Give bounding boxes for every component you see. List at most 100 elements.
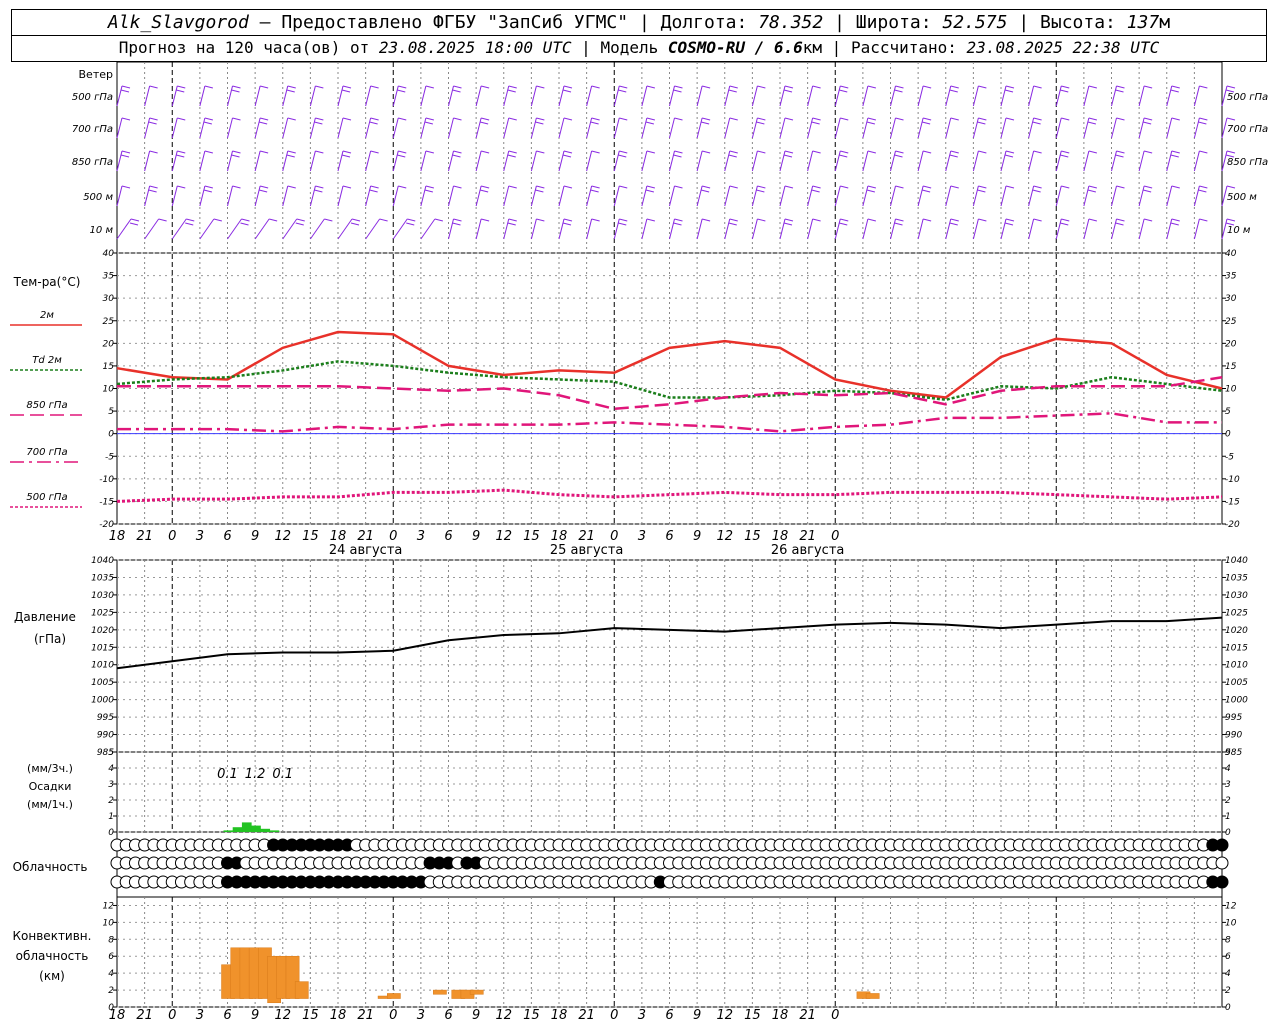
wind-barb — [834, 117, 841, 139]
convective-tick-label: 4 — [108, 969, 114, 979]
wind-barb-feather — [269, 218, 278, 222]
wind-barb — [1083, 150, 1090, 172]
wind-barb-feather — [452, 154, 461, 158]
wind-barb — [282, 218, 298, 240]
x-tick-label: 18 — [330, 1008, 347, 1023]
wind-barb-feather — [1226, 185, 1236, 189]
wind-barb-feather — [1005, 117, 1015, 121]
pressure-tick-label: 1010 — [91, 661, 114, 671]
wind-barb — [613, 185, 620, 207]
wind-barb — [1055, 117, 1062, 139]
wind-barb-feather — [481, 117, 490, 121]
precip-tick-label: 0 — [1225, 828, 1231, 838]
wind-barb — [641, 218, 648, 240]
wind-barb-feather — [590, 121, 599, 125]
wind-barb-feather — [480, 189, 489, 193]
wind-barb — [696, 85, 703, 107]
wind-barb-feather — [646, 218, 655, 222]
wind-barb-feather — [784, 85, 794, 89]
wind-barb-feather — [379, 218, 388, 222]
wind-barb-feather — [619, 150, 628, 154]
x-tick-label: 6 — [665, 1008, 673, 1023]
wind-barb — [751, 185, 758, 207]
wind-barb-feather — [812, 150, 821, 154]
x-tick-label: 21 — [136, 1008, 153, 1023]
wind-level-label: 500 гПа — [1227, 92, 1268, 103]
wind-barb-feather — [729, 185, 738, 189]
wind-barb — [586, 150, 593, 172]
wind-barb-feather — [646, 117, 655, 121]
wind-barb — [116, 218, 132, 240]
x-tick-label: 18 — [772, 1008, 789, 1023]
wind-barb-feather — [1033, 185, 1042, 189]
precip-bar — [223, 830, 234, 832]
wind-barb-feather — [287, 117, 296, 121]
wind-level-label: 10 м — [1227, 225, 1251, 236]
wind-barb-feather — [424, 189, 433, 193]
wind-barb — [641, 85, 648, 107]
wind-barb — [337, 185, 344, 207]
wind-barb — [227, 117, 233, 139]
wind-barb — [917, 185, 924, 207]
wind-barb-feather — [287, 185, 296, 189]
wind-barb — [724, 218, 731, 240]
wind-barb-feather — [121, 117, 131, 121]
wind-barb-feather — [1116, 185, 1125, 189]
precip-tick-label: 3 — [108, 780, 114, 790]
wind-barb-feather — [950, 185, 959, 189]
wind-barb-feather — [757, 218, 766, 222]
wind-barb-feather — [425, 85, 434, 89]
wind-barb-feather — [1088, 150, 1097, 154]
wind-barb — [365, 218, 381, 240]
wind-barb-feather — [783, 222, 793, 226]
wind-barb-feather — [1115, 89, 1124, 93]
wind-barb-feather — [177, 85, 186, 89]
wind-barb — [1055, 85, 1062, 107]
wind-barb-feather — [949, 154, 958, 158]
wind-barb — [669, 85, 675, 107]
wind-barb-feather — [1116, 85, 1125, 89]
wind-barb — [1083, 117, 1090, 139]
wind-barb — [365, 117, 372, 139]
wind-barb-feather — [895, 117, 904, 121]
wind-barb-feather — [673, 154, 682, 158]
wind-barb — [116, 185, 123, 207]
wind-barb — [227, 150, 233, 172]
pressure-tick-label: 1025 — [1225, 608, 1248, 618]
wind-barb-feather — [1061, 85, 1070, 89]
wind-barb-feather — [562, 154, 572, 158]
wind-barb-feather — [840, 117, 849, 121]
wind-barb — [448, 185, 454, 207]
x-tick-label: 9 — [693, 529, 701, 544]
wind-barb — [475, 150, 482, 172]
wind-barb — [1000, 85, 1007, 107]
wind-barb-feather — [481, 218, 490, 222]
x-tick-label: 21 — [578, 529, 595, 544]
wind-barb — [669, 185, 675, 207]
wind-barb — [724, 185, 731, 207]
x-tick-label: 15 — [744, 1008, 761, 1023]
wind-barb-feather — [370, 150, 379, 154]
wind-barb-feather — [591, 150, 600, 154]
wind-barb-feather — [434, 218, 443, 222]
temperature-tick-label: -10 — [99, 475, 114, 485]
wind-barb-feather — [1032, 121, 1041, 125]
wind-barb-feather — [674, 117, 683, 121]
wind-barb-feather — [507, 154, 516, 158]
temperature-tick-label: -15 — [1225, 497, 1240, 507]
wind-barb-feather — [783, 89, 793, 93]
wind-barb — [116, 150, 123, 172]
wind-barb — [862, 218, 869, 240]
wind-barb — [779, 185, 786, 207]
temperature-tick-label: 40 — [1225, 249, 1237, 259]
wind-barb-feather — [232, 150, 241, 154]
wind-barb-feather — [508, 150, 517, 154]
wind-barb-feather — [757, 85, 766, 89]
wind-level-label: 850 гПа — [1227, 157, 1268, 168]
wind-barb — [779, 150, 786, 172]
wind-barb — [171, 150, 178, 172]
cloud-label: Облачность — [13, 860, 88, 874]
wind-barb-feather — [563, 218, 573, 222]
wind-barb — [945, 150, 952, 172]
wind-barb-feather — [1226, 150, 1236, 154]
